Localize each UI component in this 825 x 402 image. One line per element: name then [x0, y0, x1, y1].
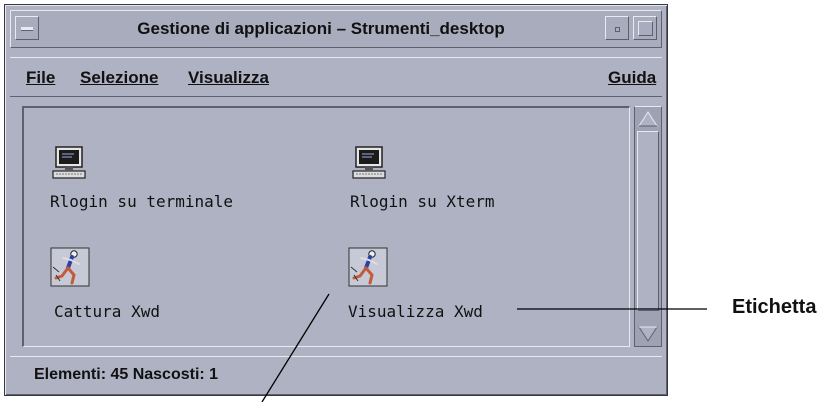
title-bar[interactable]: Gestione di applicazioni – Strumenti_des…: [10, 10, 662, 48]
minimize-button[interactable]: [605, 16, 629, 40]
application-manager-window: Gestione di applicazioni – Strumenti_des…: [4, 4, 668, 396]
menu-guida-label: Guida: [608, 68, 657, 87]
application-icon-area[interactable]: Rlogin su terminale Rlogin su Xterm Catt…: [22, 106, 630, 347]
window-menu-icon: [21, 27, 33, 31]
minimize-icon: [615, 27, 620, 32]
menu-file-label: File: [26, 68, 56, 87]
maximize-button[interactable]: [633, 16, 657, 40]
callout-label-etichetta: Etichetta: [732, 296, 817, 318]
scrollbar-thumb[interactable]: [637, 131, 659, 311]
menu-selezione-label: Selezione: [80, 68, 159, 87]
status-text: Elementi: 45 Nascosti: 1: [34, 366, 219, 383]
menu-visualizza-label: Visualizza: [188, 68, 269, 87]
terminal-computer-icon: [52, 146, 86, 179]
terminal-computer-icon: [352, 146, 386, 179]
maximize-icon: [638, 21, 653, 36]
menu-bar: File Selezione Visualizza Guida: [10, 57, 662, 97]
menu-guida[interactable]: Guida: [608, 68, 656, 88]
app-item-label: Cattura Xwd: [54, 302, 160, 321]
app-item-label: Rlogin su terminale: [50, 192, 234, 211]
menu-selezione[interactable]: Selezione: [80, 68, 158, 88]
window-menu-button[interactable]: [15, 16, 39, 40]
running-figure-icon: [50, 247, 90, 287]
scroll-down-arrow-icon[interactable]: [637, 324, 659, 344]
menu-file[interactable]: File: [26, 68, 55, 88]
window-title: Gestione di applicazioni – Strumenti_des…: [137, 19, 505, 38]
vertical-scrollbar[interactable]: [634, 106, 662, 347]
scroll-up-arrow-icon[interactable]: [637, 109, 659, 129]
app-item-label: Rlogin su Xterm: [350, 192, 495, 211]
menu-visualizza[interactable]: Visualizza: [188, 68, 269, 88]
status-bar: Elementi: 45 Nascosti: 1: [10, 356, 662, 392]
running-figure-icon: [348, 247, 388, 287]
app-item-label: Visualizza Xwd: [348, 302, 483, 321]
